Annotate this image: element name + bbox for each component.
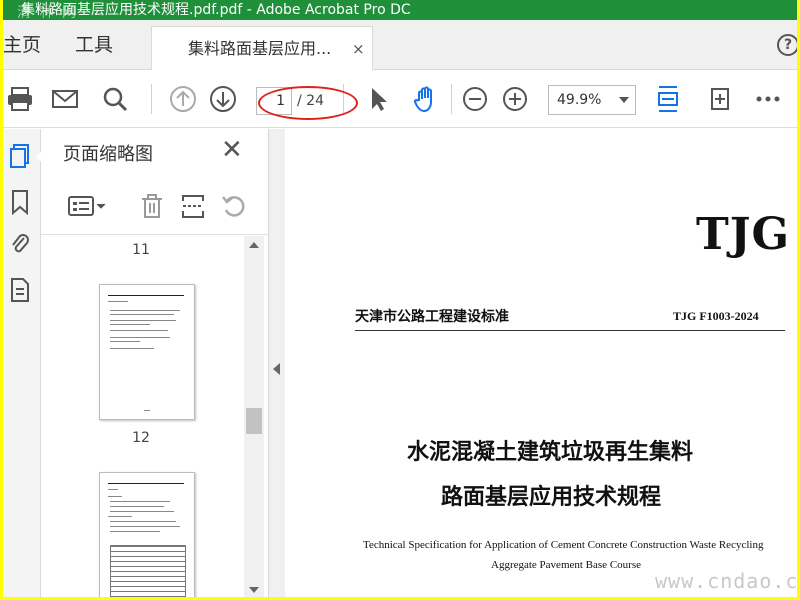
attachment-icon[interactable] xyxy=(7,229,33,259)
rotate-icon[interactable] xyxy=(219,191,249,221)
thumbnail-list: 11 12 xyxy=(41,236,241,597)
chevron-down-icon xyxy=(619,97,629,103)
help-icon[interactable]: ? xyxy=(777,34,797,56)
more-options-icon[interactable] xyxy=(751,82,785,116)
panel-collapse-handle[interactable] xyxy=(269,129,285,597)
site-watermark: 清 林 网 xyxy=(17,5,78,21)
document-code: TJG F1003-2024 xyxy=(673,309,759,323)
scrollbar-thumb[interactable] xyxy=(246,408,262,434)
document-tab[interactable]: 集料路面基层应用... × xyxy=(151,26,373,70)
next-page-icon[interactable] xyxy=(206,82,240,116)
document-tab-label: 集料路面基层应用... xyxy=(188,39,332,58)
document-icon[interactable] xyxy=(7,275,33,305)
tab-home[interactable]: 主页 xyxy=(3,20,41,70)
zoom-out-icon[interactable] xyxy=(458,82,492,116)
navigation-rail xyxy=(3,129,44,597)
zoom-select[interactable]: 49.9% xyxy=(548,85,636,115)
insert-page-icon[interactable] xyxy=(178,191,208,221)
panel-toolbar xyxy=(41,179,269,235)
toolbar-separator xyxy=(151,84,152,114)
zoom-in-icon[interactable] xyxy=(498,82,532,116)
tab-bar: 主页 工具 集料路面基层应用... × ? xyxy=(3,20,797,70)
standard-logo: TJG xyxy=(696,209,791,260)
search-icon[interactable] xyxy=(98,82,132,116)
page-thumbnail[interactable] xyxy=(99,472,195,597)
scroll-up-arrow[interactable] xyxy=(249,242,259,248)
page-thumbnail[interactable] xyxy=(99,284,195,420)
thumbnail-page-number: 11 xyxy=(132,242,150,258)
email-icon[interactable] xyxy=(48,82,82,116)
title-bar: 集料路面基层应用技术规程.pdf.pdf - Adobe Acrobat Pro… xyxy=(3,0,797,20)
select-cursor-icon[interactable] xyxy=(361,82,395,116)
english-title-line1: Technical Specification for Application … xyxy=(363,539,764,551)
page-thumbnails-icon[interactable] xyxy=(7,141,33,171)
zoom-value: 49.9% xyxy=(557,92,602,108)
panel-title: 页面缩略图 xyxy=(63,144,153,165)
previous-page-icon[interactable] xyxy=(166,82,200,116)
acrobat-window: 集料路面基层应用技术规程.pdf.pdf - Adobe Acrobat Pro… xyxy=(3,0,797,597)
collapse-arrow-icon xyxy=(273,363,280,375)
window-title: 集料路面基层应用技术规程.pdf.pdf - Adobe Acrobat Pro… xyxy=(21,2,411,18)
thumbnail-page-number: 12 xyxy=(132,430,150,446)
annotation-ellipse xyxy=(258,86,358,120)
thumbnails-panel: 页面缩略图 ✕ 11 12 xyxy=(41,129,269,597)
tab-tools[interactable]: 工具 xyxy=(75,20,113,70)
thumbnail-scrollbar[interactable] xyxy=(244,236,264,597)
print-icon[interactable] xyxy=(3,82,37,116)
header-rule xyxy=(355,330,785,331)
bookmark-icon[interactable] xyxy=(7,187,33,217)
thumbnail-options-icon[interactable] xyxy=(67,191,107,221)
fullscreen-icon[interactable] xyxy=(703,82,737,116)
site-watermark-url: www.cndao.com xyxy=(655,569,797,593)
scroll-down-arrow[interactable] xyxy=(249,587,259,593)
document-title-line1: 水泥混凝土建筑垃圾再生集料 xyxy=(407,439,694,465)
trash-icon[interactable] xyxy=(137,191,167,221)
english-title-line2: Aggregate Pavement Base Course xyxy=(491,559,641,571)
toolbar-separator xyxy=(451,84,452,114)
fit-width-icon[interactable] xyxy=(651,82,685,116)
document-title-line2: 路面基层应用技术规程 xyxy=(441,484,662,510)
close-panel-icon[interactable]: ✕ xyxy=(221,137,243,163)
document-organization: 天津市公路工程建设标准 xyxy=(355,309,509,325)
document-view[interactable]: TJG 天津市公路工程建设标准 TJG F1003-2024 水泥混凝土建筑垃圾… xyxy=(285,129,797,597)
hand-tool-icon[interactable] xyxy=(409,82,443,116)
close-tab-icon[interactable]: × xyxy=(352,27,365,71)
main-toolbar: 1 / 24 49.9% xyxy=(3,70,797,128)
